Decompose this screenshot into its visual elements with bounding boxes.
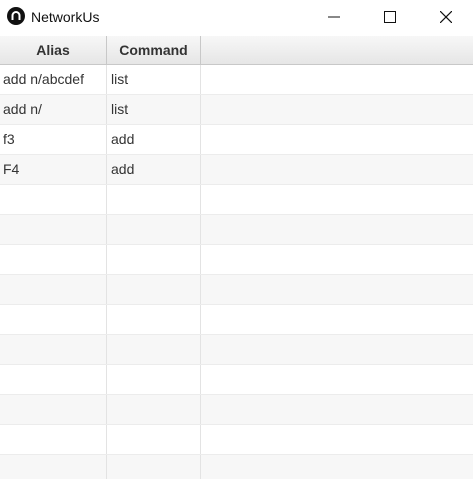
table-row[interactable]: add n/abcdef list: [0, 65, 473, 95]
alias-cell[interactable]: [0, 365, 107, 394]
alias-cell[interactable]: f3: [0, 125, 107, 154]
table-row[interactable]: [0, 365, 473, 395]
maximize-button[interactable]: [362, 0, 418, 34]
command-cell[interactable]: [107, 395, 201, 424]
minimize-icon: [328, 16, 340, 18]
close-icon: [440, 11, 452, 23]
table-row[interactable]: F4 add: [0, 155, 473, 185]
alias-cell[interactable]: [0, 215, 107, 244]
command-cell[interactable]: add: [107, 155, 201, 184]
alias-cell[interactable]: [0, 395, 107, 424]
alias-cell[interactable]: [0, 245, 107, 274]
table-row[interactable]: add n/list: [0, 95, 473, 125]
command-cell[interactable]: [107, 455, 201, 479]
filler-cell: [201, 425, 473, 454]
filler-cell: [201, 245, 473, 274]
command-cell[interactable]: [107, 215, 201, 244]
filler-cell: [201, 305, 473, 334]
alias-table: Alias Command add n/abcdef list add n/list…: [0, 36, 473, 479]
column-header-filler: [201, 36, 473, 64]
networkus-logo-icon: [7, 7, 25, 25]
alias-cell[interactable]: [0, 275, 107, 304]
command-cell[interactable]: [107, 305, 201, 334]
alias-cell[interactable]: F4: [0, 155, 107, 184]
alias-cell[interactable]: [0, 185, 107, 214]
filler-cell: [201, 125, 473, 154]
command-cell[interactable]: [107, 335, 201, 364]
command-cell[interactable]: [107, 365, 201, 394]
table-row[interactable]: [0, 335, 473, 365]
table-row[interactable]: [0, 275, 473, 305]
alias-cell[interactable]: [0, 455, 107, 479]
table-row[interactable]: [0, 305, 473, 335]
command-cell[interactable]: [107, 185, 201, 214]
command-cell[interactable]: [107, 275, 201, 304]
window-title: NetworkUs: [31, 9, 100, 25]
table-row[interactable]: [0, 425, 473, 455]
command-cell[interactable]: list: [107, 65, 201, 94]
column-header-command[interactable]: Command: [107, 36, 201, 64]
table-row[interactable]: [0, 185, 473, 215]
filler-cell: [201, 215, 473, 244]
filler-cell: [201, 365, 473, 394]
table-row[interactable]: [0, 215, 473, 245]
table-header: Alias Command: [0, 36, 473, 65]
command-cell[interactable]: [107, 425, 201, 454]
filler-cell: [201, 335, 473, 364]
alias-cell[interactable]: [0, 305, 107, 334]
table-row[interactable]: [0, 245, 473, 275]
filler-cell: [201, 185, 473, 214]
table-row[interactable]: f3 add: [0, 125, 473, 155]
minimize-button[interactable]: [306, 0, 362, 34]
filler-cell: [201, 395, 473, 424]
command-cell[interactable]: add: [107, 125, 201, 154]
filler-cell: [201, 455, 473, 479]
command-cell[interactable]: list: [107, 95, 201, 124]
command-cell[interactable]: [107, 245, 201, 274]
maximize-icon: [384, 11, 396, 23]
table-row[interactable]: [0, 455, 473, 479]
table-row[interactable]: [0, 395, 473, 425]
alias-cell[interactable]: [0, 425, 107, 454]
filler-cell: [201, 275, 473, 304]
app-window: NetworkUs Alias Command add n/abcdef list…: [0, 0, 473, 479]
table-body: add n/abcdef list add n/list f3 add F4 add: [0, 65, 473, 479]
column-header-alias[interactable]: Alias: [0, 36, 107, 64]
filler-cell: [201, 95, 473, 124]
alias-cell[interactable]: add n/: [0, 95, 107, 124]
filler-cell: [201, 155, 473, 184]
filler-cell: [201, 65, 473, 94]
close-button[interactable]: [418, 0, 473, 34]
alias-cell[interactable]: add n/abcdef: [0, 65, 107, 94]
title-bar[interactable]: NetworkUs: [0, 0, 473, 34]
alias-cell[interactable]: [0, 335, 107, 364]
